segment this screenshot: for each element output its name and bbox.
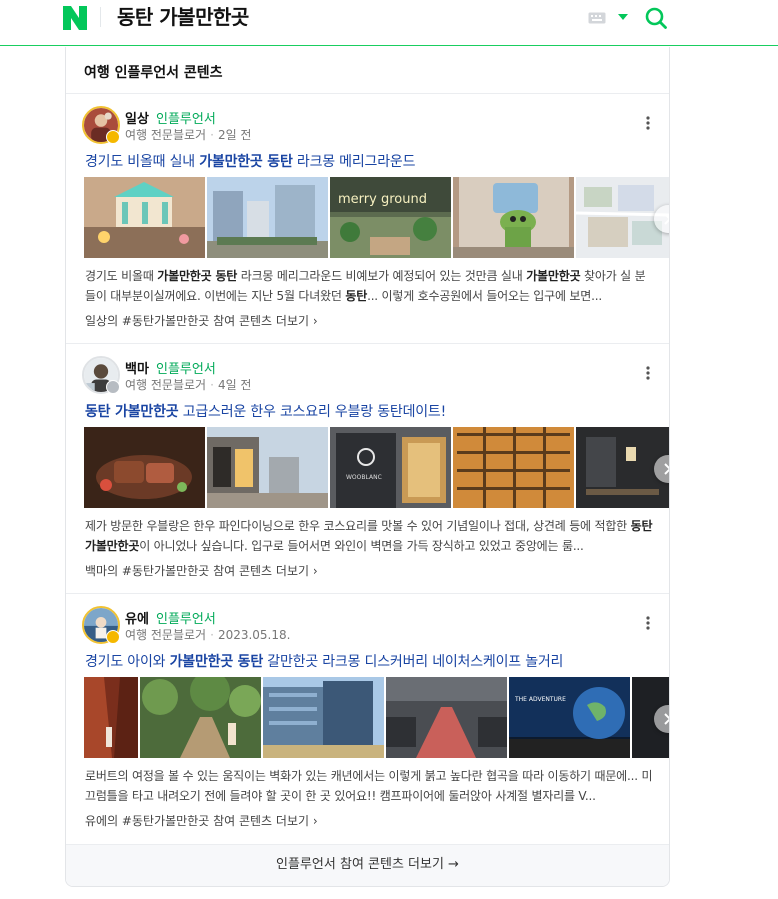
naver-n-logo-icon[interactable] [61, 4, 89, 32]
chevron-right-icon [664, 213, 669, 225]
image-sign-text: WOOBLANC [346, 474, 382, 481]
author-role: 인플루언서 [156, 362, 216, 377]
more-content-link[interactable]: 유에의 #동탄가볼만한곳 참여 콘텐츠 더보기 › [85, 812, 318, 829]
image-street[interactable] [207, 427, 328, 508]
header-divider [100, 7, 101, 27]
post-meta: 여행 전문블로거 · 2023.05.18. [125, 628, 291, 642]
post-meta: 여행 전문블로거 · 2일 전 [125, 128, 252, 142]
image-building[interactable] [207, 177, 328, 258]
influencer-post: 일상 인플루언서 여행 전문블로거 · 2일 전 경기도 비올때 실내 가볼만한곳 … [66, 94, 669, 343]
panel-title: 여행 인플루언서 콘텐츠 [84, 65, 223, 81]
influencer-badge-icon [106, 130, 120, 144]
image-wine-wall[interactable] [453, 427, 574, 508]
post-category: 여행 전문블로거 [125, 378, 207, 392]
influencer-badge-icon [106, 380, 120, 394]
post-snippet[interactable]: 제가 방문한 우블랑은 한우 파인다이닝으로 한우 코스요리를 맛볼 수 있어 … [85, 516, 655, 556]
image-steak[interactable] [84, 427, 205, 508]
more-influencer-content-button[interactable]: 인플루언서 참여 콘텐츠 더보기 → [66, 844, 669, 886]
image-carousel[interactable] [84, 177, 205, 258]
image-glass-building[interactable] [263, 677, 384, 758]
chevron-right-icon [664, 463, 669, 475]
influencer-panel: 여행 인플루언서 콘텐츠 일상 인플루언서 여행 전문블로거 · 2일 전 경기도 … [65, 47, 670, 887]
image-sign-text: merry ground [338, 192, 427, 207]
post-snippet[interactable]: 경기도 비올때 가볼만한곳 동탄 라크몽 메리그라운드 비예보가 예정되어 있는… [85, 266, 655, 306]
image-canyon[interactable] [84, 677, 138, 758]
post-title-link[interactable]: 동탄 가볼만한곳 고급스러운 한우 코스요리 우블랑 동탄데이트! [85, 401, 446, 421]
post-title-link[interactable]: 경기도 비올때 실내 가볼만한곳 동탄 라크몽 메리그라운드 [85, 151, 415, 171]
influencer-post: 유에 인플루언서 여행 전문블로거 · 2023.05.18. 경기도 아이와 가볼… [66, 594, 669, 843]
post-snippet[interactable]: 로버트의 여정을 볼 수 있는 움직이는 벽화가 있는 캐년에서는 이렇게 붉고… [85, 766, 655, 806]
image-earth-screen[interactable]: THE ADVENTURE [509, 677, 630, 758]
image-merry-ground[interactable]: merry ground [330, 177, 451, 258]
image-parking-garage[interactable] [386, 677, 507, 758]
post-date: 2일 전 [217, 128, 252, 142]
author-role: 인플루언서 [156, 112, 216, 127]
post-category: 여행 전문블로거 [125, 628, 207, 642]
top-bar: 동탄 가볼만한곳 [0, 0, 778, 46]
image-strip: THE ADVENTURE [84, 677, 669, 758]
post-category: 여행 전문블로거 [125, 128, 207, 142]
chevron-down-icon[interactable] [618, 13, 628, 21]
more-content-link[interactable]: 백마의 #동탄가볼만한곳 참여 콘텐츠 더보기 › [85, 562, 318, 579]
more-options-icon[interactable] [646, 366, 650, 380]
author-name[interactable]: 일상 [125, 108, 149, 127]
more-options-icon[interactable] [646, 616, 650, 630]
image-strip: WOOBLANC [84, 427, 669, 508]
post-date: 4일 전 [217, 378, 252, 392]
image-forest-path[interactable] [140, 677, 261, 758]
image-sloth-character[interactable] [453, 177, 574, 258]
search-icon[interactable] [644, 6, 668, 30]
keyboard-icon[interactable] [588, 12, 606, 24]
influencer-post: 백마 인플루언서 여행 전문블로거 · 4일 전 동탄 가볼만한곳 고급스러운 한우… [66, 344, 669, 593]
author-role: 인플루언서 [156, 612, 216, 627]
post-date: 2023.05.18. [217, 628, 291, 642]
post-meta: 여행 전문블로거 · 4일 전 [125, 378, 252, 392]
image-sign-text: THE ADVENTURE [514, 696, 566, 703]
chevron-right-icon [664, 713, 669, 725]
image-strip: merry ground [84, 177, 669, 258]
image-restaurant-sign[interactable]: WOOBLANC [330, 427, 451, 508]
author-name[interactable]: 백마 [125, 358, 149, 377]
influencer-badge-icon [106, 630, 120, 644]
more-options-icon[interactable] [646, 116, 650, 130]
author-name[interactable]: 유에 [125, 608, 149, 627]
more-content-link[interactable]: 일상의 #동탄가볼만한곳 참여 콘텐츠 더보기 › [85, 312, 318, 329]
post-title-link[interactable]: 경기도 아이와 가볼만한곳 동탄 갈만한곳 라크몽 디스커버리 네이처스케이프 … [85, 651, 563, 671]
search-query[interactable]: 동탄 가볼만한곳 [117, 4, 249, 30]
